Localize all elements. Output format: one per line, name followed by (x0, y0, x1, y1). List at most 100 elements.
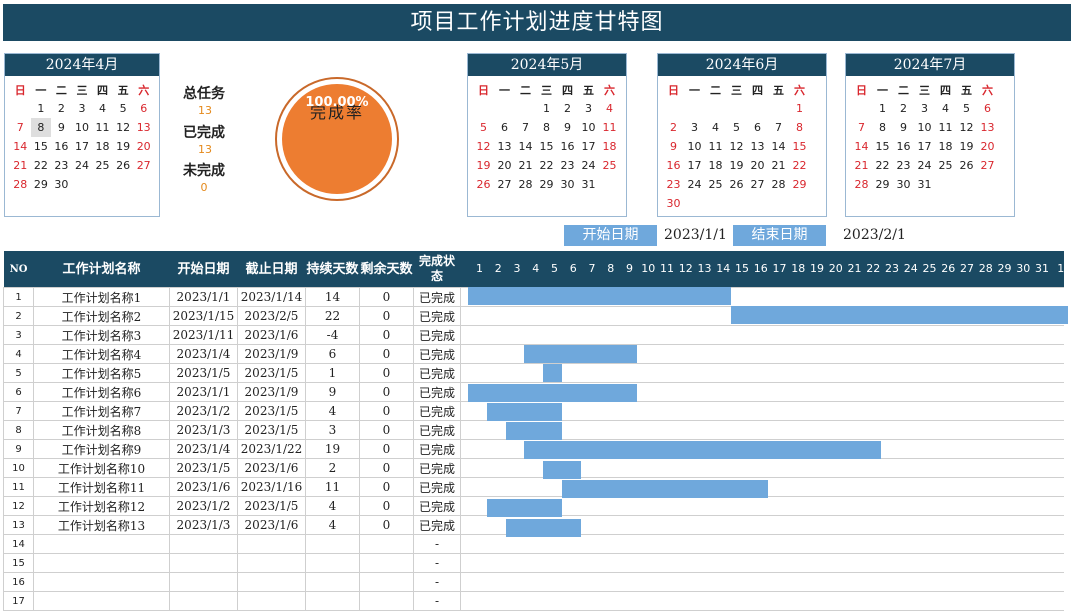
status-cell[interactable]: 已完成 (413, 344, 461, 364)
end-date-cell[interactable] (237, 572, 306, 592)
task-name-cell[interactable]: 工作计划名称8 (33, 420, 170, 440)
calendar-day[interactable]: 14 (515, 137, 536, 156)
row-number-cell[interactable]: 14 (3, 534, 34, 554)
calendar-day[interactable]: 7 (851, 118, 872, 137)
calendar-day[interactable]: 21 (851, 156, 872, 175)
calendar-day[interactable]: 25 (599, 156, 620, 175)
calendar-day[interactable]: 6 (977, 99, 998, 118)
calendar-day[interactable]: 24 (684, 175, 705, 194)
calendar-day[interactable]: 16 (51, 137, 72, 156)
calendar-day[interactable]: 19 (956, 137, 977, 156)
calendar-day[interactable]: 2 (557, 99, 578, 118)
end-date-cell[interactable]: 2023/1/6 (237, 458, 306, 478)
calendar-day[interactable]: 26 (726, 175, 747, 194)
calendar-day[interactable]: 11 (705, 137, 726, 156)
calendar-day[interactable]: 25 (935, 156, 956, 175)
status-cell[interactable]: 已完成 (413, 420, 461, 440)
calendar-day[interactable]: 9 (51, 118, 72, 137)
end-date-cell[interactable]: 2023/1/5 (237, 363, 306, 383)
calendar-day[interactable]: 6 (133, 99, 154, 118)
task-name-cell[interactable] (33, 591, 170, 611)
status-cell[interactable]: - (413, 572, 461, 592)
remaining-days-cell[interactable]: 0 (359, 515, 414, 535)
end-date-cell[interactable] (237, 553, 306, 573)
end-date-cell[interactable]: 2023/1/22 (237, 439, 306, 459)
remaining-days-cell[interactable]: 0 (359, 401, 414, 421)
calendar-day[interactable]: 24 (914, 156, 935, 175)
calendar-day[interactable]: 17 (914, 137, 935, 156)
calendar-day[interactable]: 19 (113, 137, 134, 156)
start-date-cell[interactable]: 2023/1/2 (169, 401, 238, 421)
row-number-cell[interactable]: 16 (3, 572, 34, 592)
remaining-days-cell[interactable]: 0 (359, 458, 414, 478)
row-number-cell[interactable]: 13 (3, 515, 34, 535)
task-name-cell[interactable]: 工作计划名称2 (33, 306, 170, 326)
remaining-days-cell[interactable] (359, 591, 414, 611)
calendar-day[interactable]: 1 (31, 99, 52, 118)
status-cell[interactable]: 已完成 (413, 325, 461, 345)
calendar-day[interactable]: 27 (977, 156, 998, 175)
task-name-cell[interactable] (33, 572, 170, 592)
remaining-days-cell[interactable] (359, 572, 414, 592)
calendar-day[interactable]: 22 (789, 156, 810, 175)
calendar-day[interactable]: 28 (515, 175, 536, 194)
end-date-cell[interactable]: 2023/1/14 (237, 287, 306, 307)
remaining-days-cell[interactable] (359, 534, 414, 554)
row-number-cell[interactable]: 5 (3, 363, 34, 383)
calendar-day[interactable]: 27 (747, 175, 768, 194)
calendar-day[interactable]: 26 (956, 156, 977, 175)
calendar-day[interactable]: 7 (515, 118, 536, 137)
duration-days-cell[interactable]: 4 (305, 496, 360, 516)
calendar-day[interactable]: 1 (536, 99, 557, 118)
calendar-day[interactable]: 21 (10, 156, 31, 175)
start-date-cell[interactable]: 2023/1/4 (169, 439, 238, 459)
start-date-cell[interactable]: 2023/1/1 (169, 382, 238, 402)
calendar-day[interactable]: 4 (599, 99, 620, 118)
calendar-day[interactable]: 11 (599, 118, 620, 137)
row-number-cell[interactable]: 8 (3, 420, 34, 440)
start-date-cell[interactable]: 2023/1/5 (169, 363, 238, 383)
row-number-cell[interactable]: 11 (3, 477, 34, 497)
calendar-day[interactable]: 4 (935, 99, 956, 118)
status-cell[interactable]: 已完成 (413, 477, 461, 497)
calendar-day[interactable]: 10 (684, 137, 705, 156)
calendar-day[interactable]: 23 (557, 156, 578, 175)
calendar-day[interactable]: 14 (10, 137, 31, 156)
calendar-day[interactable]: 8 (789, 118, 810, 137)
duration-days-cell[interactable] (305, 534, 360, 554)
duration-days-cell[interactable]: 4 (305, 515, 360, 535)
calendar-day[interactable]: 20 (747, 156, 768, 175)
duration-days-cell[interactable]: 22 (305, 306, 360, 326)
calendar-day[interactable]: 30 (663, 194, 684, 213)
calendar-day[interactable]: 3 (578, 99, 599, 118)
task-name-cell[interactable]: 工作计划名称12 (33, 496, 170, 516)
calendar-day[interactable]: 22 (536, 156, 557, 175)
task-name-cell[interactable]: 工作计划名称6 (33, 382, 170, 402)
calendar-day[interactable]: 10 (72, 118, 93, 137)
calendar-day[interactable]: 11 (935, 118, 956, 137)
calendar-day[interactable]: 3 (914, 99, 935, 118)
row-number-cell[interactable]: 6 (3, 382, 34, 402)
calendar-day[interactable]: 10 (578, 118, 599, 137)
calendar-day[interactable]: 9 (557, 118, 578, 137)
calendar-day[interactable]: 15 (789, 137, 810, 156)
calendar-day[interactable]: 5 (956, 99, 977, 118)
remaining-days-cell[interactable]: 0 (359, 420, 414, 440)
calendar-day[interactable]: 5 (726, 118, 747, 137)
start-date-cell[interactable]: 2023/1/15 (169, 306, 238, 326)
row-number-cell[interactable]: 4 (3, 344, 34, 364)
calendar-day[interactable]: 20 (494, 156, 515, 175)
calendar-day[interactable]: 16 (893, 137, 914, 156)
calendar-day[interactable]: 14 (768, 137, 789, 156)
duration-days-cell[interactable]: 2 (305, 458, 360, 478)
calendar-day[interactable]: 27 (133, 156, 154, 175)
status-cell[interactable]: 已完成 (413, 439, 461, 459)
status-cell[interactable]: - (413, 534, 461, 554)
calendar-day[interactable]: 13 (133, 118, 154, 137)
calendar-day[interactable]: 15 (31, 137, 52, 156)
start-date-cell[interactable]: 2023/1/1 (169, 287, 238, 307)
end-date-cell[interactable] (237, 534, 306, 554)
status-cell[interactable]: 已完成 (413, 496, 461, 516)
status-cell[interactable]: 已完成 (413, 382, 461, 402)
calendar-day[interactable]: 6 (747, 118, 768, 137)
